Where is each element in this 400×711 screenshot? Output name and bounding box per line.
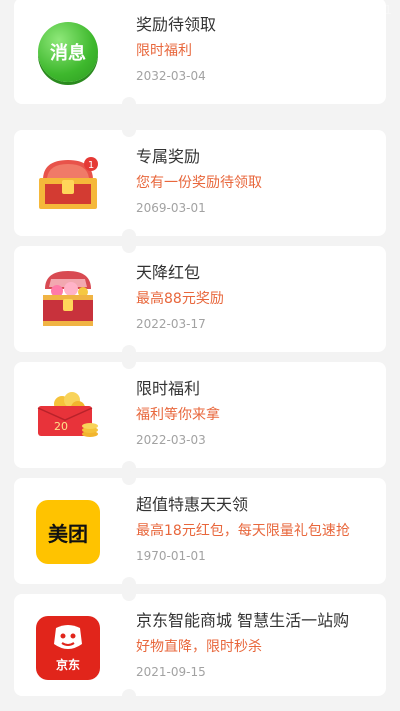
item-date: 1970-01-01	[136, 549, 206, 563]
item-title: 超值特惠天天领	[136, 495, 249, 514]
list-item[interactable]: 20 限时福利 福利等你来拿 2022-03-03	[14, 355, 386, 475]
list-item[interactable]: 1 专属奖励 您有一份奖励待领取 2069-03-01	[14, 123, 386, 243]
svg-text:1: 1	[88, 160, 94, 171]
item-subtitle: 最高18元红包，每天限量礼包速抢	[136, 523, 350, 539]
item-date: 2022-03-17	[136, 317, 206, 331]
item-title: 京东智能商城 智慧生活一站购	[136, 611, 350, 630]
item-date: 2021-09-15	[136, 665, 206, 679]
item-title: 天降红包	[136, 263, 201, 282]
item-date: 2022-03-03	[136, 433, 206, 447]
item-title: 限时福利	[136, 379, 201, 398]
list-item[interactable]: 京东 京东智能商城 智慧生活一站购 好物直降，限时秒杀 2021-09-15	[14, 587, 386, 703]
treasure-chest-badge-icon: 1	[34, 150, 102, 218]
svg-text:20: 20	[54, 420, 68, 433]
list-item[interactable]: 消息 奖励待领取 限时福利 2032-03-04	[14, 0, 386, 111]
message-bubble-icon: 消息	[34, 18, 102, 86]
red-envelope-coins-icon: 20	[34, 382, 102, 450]
list-item[interactable]: 美团 超值特惠天天领 最高18元红包，每天限量礼包速抢 1970-01-01	[14, 471, 386, 591]
treasure-chest-gems-icon	[34, 266, 102, 334]
item-subtitle: 您有一份奖励待领取	[136, 175, 262, 191]
item-subtitle: 福利等你来拿	[136, 407, 220, 423]
list-item[interactable]: 天降红包 最高88元奖励 2022-03-17	[14, 239, 386, 359]
jd-logo-icon: 京东	[34, 614, 102, 682]
item-title: 奖励待领取	[136, 15, 217, 34]
item-title: 专属奖励	[136, 147, 201, 166]
item-subtitle: 最高88元奖励	[136, 291, 224, 307]
meituan-logo-icon: 美团	[34, 498, 102, 566]
item-date: 2032-03-04	[136, 69, 206, 83]
item-subtitle: 好物直降，限时秒杀	[136, 639, 262, 655]
item-subtitle: 限时福利	[136, 43, 192, 59]
item-date: 2069-03-01	[136, 201, 206, 215]
